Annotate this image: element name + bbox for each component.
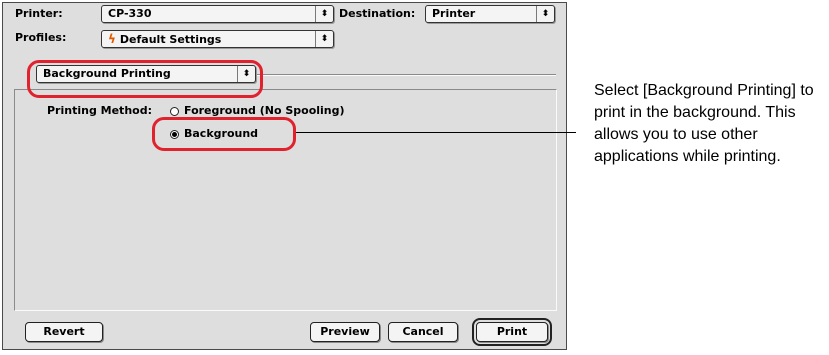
callout-leader-line — [296, 132, 576, 133]
profiles-label: Profiles: — [15, 31, 67, 44]
updown-arrows-icon: ⬍ — [315, 31, 333, 47]
printing-method-label: Printing Method: — [47, 104, 152, 117]
preview-button[interactable]: Preview — [310, 322, 380, 342]
print-button[interactable]: Print — [472, 318, 552, 346]
updown-arrows-icon: ⬍ — [536, 6, 554, 22]
profiles-popup-content: ϟ Default Settings — [108, 31, 221, 48]
destination-label: Destination: — [339, 7, 416, 20]
printer-popup-value: CP-330 — [108, 7, 152, 20]
updown-arrows-icon: ⬍ — [315, 6, 333, 22]
cancel-button[interactable]: Cancel — [388, 322, 458, 342]
highlight-panel-selector — [27, 60, 263, 98]
callout-caption: Select [Background Printing] to print in… — [594, 82, 814, 165]
destination-popup[interactable]: Printer ⬍ — [425, 5, 555, 23]
print-dialog: Printer: CP-330 ⬍ Destination: Printer ⬍… — [2, 2, 567, 350]
foreground-radio[interactable] — [170, 107, 179, 116]
profiles-popup[interactable]: ϟ Default Settings ⬍ — [101, 30, 334, 48]
highlight-background-option — [152, 117, 296, 151]
printer-label: Printer: — [15, 7, 63, 20]
profiles-popup-value: Default Settings — [119, 33, 222, 46]
printer-popup[interactable]: CP-330 ⬍ — [101, 5, 334, 23]
revert-button[interactable]: Revert — [25, 322, 103, 342]
section-divider — [256, 74, 556, 76]
flame-icon: ϟ — [108, 32, 116, 46]
foreground-radio-label[interactable]: Foreground (No Spooling) — [184, 104, 345, 117]
destination-popup-value: Printer — [432, 7, 476, 20]
